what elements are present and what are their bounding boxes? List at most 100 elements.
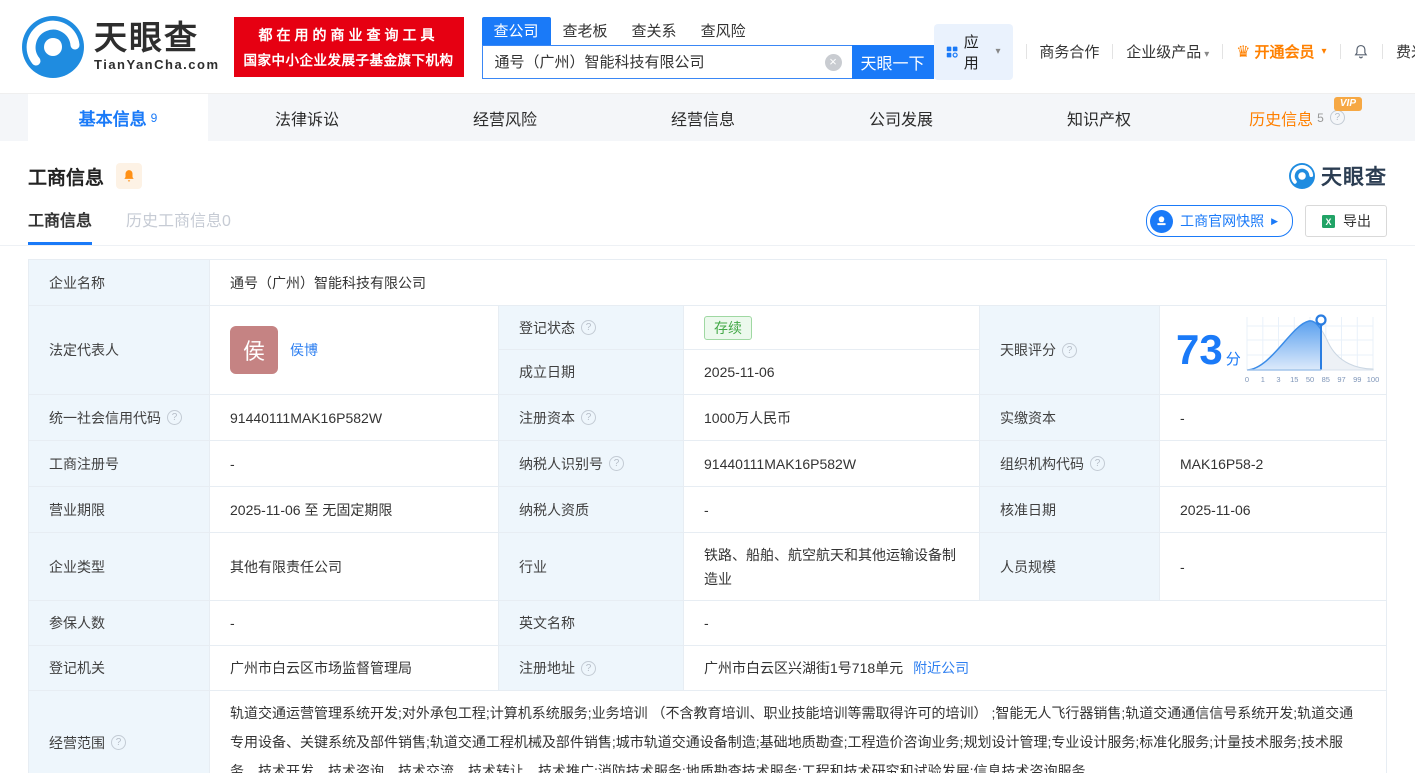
field-label: 法定代表人	[29, 306, 209, 394]
svg-text:97: 97	[1337, 375, 1345, 384]
help-icon[interactable]: ?	[1090, 456, 1105, 471]
insured-value: -	[209, 601, 498, 645]
field-label: 英文名称	[498, 601, 683, 645]
help-icon[interactable]: ?	[581, 410, 596, 425]
user-menu[interactable]: 费米▾	[1396, 41, 1415, 62]
field-label: 工商注册号	[29, 441, 209, 486]
search-tab-risk[interactable]: 查风险	[689, 17, 758, 45]
primary-tabbar: 基本信息 9 法律诉讼 经营风险 经营信息 公司发展 知识产权 VIP 历史信息…	[0, 93, 1415, 141]
apps-menu[interactable]: 应用 ▾	[933, 23, 1013, 80]
official-snapshot-button[interactable]: 工商官网快照 ▶	[1146, 205, 1293, 237]
nearby-companies-link[interactable]: 附近公司	[913, 658, 969, 678]
help-icon[interactable]: ?	[581, 660, 596, 676]
svg-text:100: 100	[1366, 375, 1378, 384]
chevron-down-icon: ▾	[995, 46, 1001, 57]
field-label: 经营范围?	[29, 691, 209, 773]
page: 天眼查 TianYanCha.com 都在用的商业查询工具 国家中小企业发展子基…	[0, 0, 1415, 773]
table-row: 企业名称 通号（广州）智能科技有限公司	[29, 260, 1386, 305]
svg-text:1: 1	[1260, 375, 1264, 384]
tab-operation-info[interactable]: 经营信息	[604, 94, 802, 141]
legal-rep-link[interactable]: 侯博	[290, 340, 318, 360]
section-title: 工商信息	[28, 167, 105, 189]
tab-intellectual-property[interactable]: 知识产权	[1000, 94, 1198, 141]
field-label: 纳税人识别号?	[498, 441, 683, 486]
est-date-value: 2025-11-06	[683, 350, 979, 394]
tab-legal-litigation[interactable]: 法律诉讼	[208, 94, 406, 141]
top-nav: 应用 ▾ 商务合作 企业级产品▾ ♛ 开通会员 ▾ 费米▾	[933, 23, 1415, 80]
subtab-row: 工商信息 历史工商信息0 工商官网快照 ▶ X 导出	[0, 191, 1415, 246]
nav-enterprise-products[interactable]: 企业级产品 ▾	[1126, 41, 1209, 62]
tab-operation-risk[interactable]: 经营风险	[406, 94, 604, 141]
help-icon[interactable]: ?	[1062, 342, 1077, 358]
org-code-value: MAK16P58-2	[1159, 441, 1386, 486]
field-label: 纳税人资质	[498, 487, 683, 532]
svg-text:85: 85	[1321, 375, 1329, 384]
field-label: 成立日期	[498, 350, 683, 394]
taxpayer-qual-value: -	[683, 487, 979, 532]
table-row: 统一社会信用代码? 91440111MAK16P582W 注册资本? 1000万…	[29, 394, 1386, 440]
tianyancha-logo-icon	[1289, 163, 1315, 189]
search-tab-relation[interactable]: 查关系	[620, 17, 689, 45]
svg-text:50: 50	[1306, 375, 1314, 384]
field-label: 统一社会信用代码?	[29, 395, 209, 440]
divider	[1222, 44, 1224, 59]
field-label: 注册地址?	[498, 646, 683, 690]
subtab-history-business-info[interactable]: 历史工商信息0	[126, 207, 231, 245]
field-label: 营业期限	[29, 487, 209, 532]
svg-text:15: 15	[1290, 375, 1298, 384]
subtab-business-info[interactable]: 工商信息	[28, 207, 93, 245]
watermark-brand: 天眼查	[1321, 166, 1387, 189]
nav-open-membership[interactable]: ♛ 开通会员 ▾	[1236, 41, 1326, 62]
reg-address-value: 广州市白云区兴湖街1号718单元	[704, 660, 904, 676]
field-label: 核准日期	[979, 487, 1159, 532]
field-label: 企业类型	[29, 533, 209, 600]
watermark-logo: 天眼查	[1289, 161, 1387, 191]
help-icon[interactable]: ?	[111, 735, 126, 750]
staff-size-value: -	[1159, 533, 1386, 600]
reg-status-cell: 存续	[683, 306, 979, 350]
search-tabs: 查公司 查老板 查关系 查风险	[481, 16, 934, 45]
search-button[interactable]: 天眼一下	[851, 44, 934, 79]
help-icon[interactable]: ?	[581, 320, 596, 335]
score-unit: 分	[1225, 350, 1241, 368]
top-header: 天眼查 TianYanCha.com 都在用的商业查询工具 国家中小企业发展子基…	[0, 0, 1415, 93]
help-icon[interactable]: ?	[167, 410, 182, 425]
table-row: 工商注册号 - 纳税人识别号? 91440111MAK16P582W 组织机构代…	[29, 440, 1386, 486]
username: 费米	[1395, 44, 1415, 61]
company-type-value: 其他有限责任公司	[209, 533, 498, 600]
company-name-value: 通号（广州）智能科技有限公司	[209, 260, 1386, 305]
biz-term-value: 2025-11-06 至 无固定期限	[209, 487, 498, 532]
search-tab-boss[interactable]: 查老板	[551, 17, 620, 45]
status-badge: 存续	[704, 315, 752, 340]
reg-number-value: -	[209, 441, 498, 486]
clear-search-icon[interactable]: ×	[824, 53, 842, 71]
subscribe-bell-button[interactable]	[116, 163, 143, 189]
tab-company-development[interactable]: 公司发展	[802, 94, 1000, 141]
subtab-actions: 工商官网快照 ▶ X 导出	[1146, 205, 1387, 237]
nav-cooperation[interactable]: 商务合作	[1039, 41, 1099, 62]
help-icon[interactable]: ?	[609, 456, 624, 471]
field-label: 组织机构代码?	[979, 441, 1159, 486]
reg-address-cell: 广州市白云区兴湖街1号718单元 附近公司	[683, 646, 1386, 690]
table-row: 法定代表人 侯 侯博 登记状态? 存续 成立日期 2025-11-06 天眼评分…	[29, 305, 1386, 394]
chevron-down-icon: ▾	[1204, 49, 1210, 60]
notification-bell-icon[interactable]	[1353, 42, 1369, 61]
help-icon[interactable]: ?	[1329, 110, 1345, 125]
slogan-line2: 国家中小企业发展子基金旗下机构	[243, 52, 454, 68]
tab-history-info[interactable]: VIP 历史信息 5 ?	[1198, 94, 1396, 141]
brand-domain: TianYanCha.com	[94, 57, 220, 72]
field-label: 天眼评分?	[979, 306, 1159, 394]
paid-capital-value: -	[1159, 395, 1386, 440]
svg-text:X: X	[1325, 217, 1331, 227]
divider	[1112, 44, 1114, 59]
svg-text:99: 99	[1353, 375, 1361, 384]
search-tab-company[interactable]: 查公司	[481, 16, 551, 45]
search-input[interactable]	[481, 44, 852, 79]
table-row: 参保人数 - 英文名称 -	[29, 600, 1386, 645]
approval-date-value: 2025-11-06	[1159, 487, 1386, 532]
avatar[interactable]: 侯	[230, 326, 278, 374]
site-logo[interactable]: 天眼查 TianYanCha.com	[22, 15, 220, 78]
tab-basic-info[interactable]: 基本信息 9	[28, 94, 208, 141]
table-row: 营业期限 2025-11-06 至 无固定期限 纳税人资质 - 核准日期 202…	[29, 486, 1386, 532]
export-button[interactable]: X 导出	[1305, 205, 1387, 237]
